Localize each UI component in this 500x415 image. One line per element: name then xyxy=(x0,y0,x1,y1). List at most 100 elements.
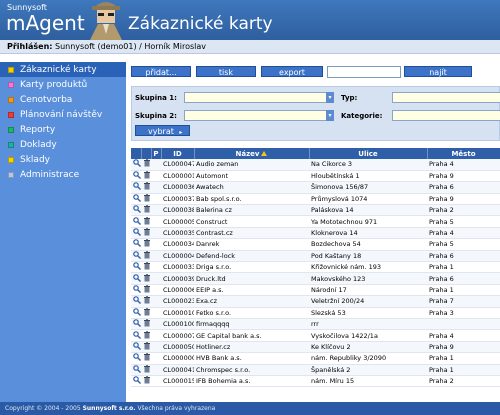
table-row[interactable]: CL000050 Hotliner.cz Ke Klíčovu 2 Praha 9 xyxy=(131,341,500,354)
table-row[interactable]: CL000041 Chromspec s.r.o. Španělská 2 Praha… xyxy=(131,364,500,376)
export-button[interactable]: export xyxy=(261,66,323,77)
table-row[interactable]: CL000004 Defend-lock Pod Kaštany 18 Praha 6 xyxy=(131,250,500,263)
sidebar-item-warehouses[interactable]: Sklady xyxy=(0,152,126,167)
magnifier-icon[interactable] xyxy=(133,285,141,293)
chevron-down-icon[interactable]: ▾ xyxy=(326,92,334,103)
category-select[interactable] xyxy=(392,110,500,121)
print-button[interactable]: tisk xyxy=(196,66,256,77)
magnifier-icon[interactable] xyxy=(133,319,141,328)
table-row[interactable]: CL000006 EEIP a.s. Národní 17 Praha 1 xyxy=(131,284,500,297)
table-row[interactable]: CL000037 Bab spol.s.r.o. Průmyslová 1074 Pr… xyxy=(131,193,500,206)
trash-icon[interactable] xyxy=(143,273,151,282)
cell-name[interactable]: HVB Bank a.s. xyxy=(194,352,309,365)
cell-name[interactable]: Contrast.cz xyxy=(194,227,309,240)
magnifier-icon[interactable] xyxy=(133,159,141,168)
table-row[interactable]: CL000038 Balerina cz Paláskova 14 Praha 2 xyxy=(131,204,500,217)
trash-icon[interactable] xyxy=(143,171,151,179)
trash-icon[interactable] xyxy=(143,262,151,270)
trash-icon[interactable] xyxy=(143,182,151,190)
sidebar-item-reports[interactable]: Reporty xyxy=(0,122,126,137)
magnifier-icon[interactable] xyxy=(133,330,141,339)
magnifier-icon[interactable] xyxy=(133,171,141,180)
cell-name[interactable]: Druck.ltd xyxy=(194,272,309,285)
trash-icon[interactable] xyxy=(143,285,151,293)
magnifier-icon[interactable] xyxy=(133,239,141,248)
cell-name[interactable]: IFB Bohemia a.s. xyxy=(194,375,309,388)
trash-icon[interactable] xyxy=(143,251,151,259)
table-row[interactable]: CL000005 Construct Ya Mototechnou 971 Praha… xyxy=(131,215,500,228)
trash-icon[interactable] xyxy=(143,308,151,316)
magnifier-icon[interactable] xyxy=(133,194,141,202)
table-row[interactable]: CL000047 Audio zeman Na Cikorce 3 Praha 4 xyxy=(131,159,500,171)
trash-icon[interactable] xyxy=(143,296,151,304)
table-row[interactable]: CL000007 GE Capital bank a.s. Vyskočilova … xyxy=(131,329,500,342)
cell-name[interactable]: Automont xyxy=(194,170,309,183)
magnifier-icon[interactable] xyxy=(133,296,141,305)
table-row[interactable]: CL000034 Danrek Bozdechova 54 Praha 5 xyxy=(131,238,500,251)
magnifier-icon[interactable] xyxy=(133,364,141,373)
magnifier-icon[interactable] xyxy=(133,307,141,316)
col-name-header[interactable]: Název xyxy=(194,148,310,159)
search-input[interactable] xyxy=(327,66,401,78)
sidebar-item-customer-cards[interactable]: Zákaznické karty xyxy=(0,62,126,77)
trash-icon[interactable] xyxy=(143,159,151,167)
sidebar-item-documents[interactable]: Doklady xyxy=(0,137,126,152)
trash-icon[interactable] xyxy=(143,228,151,236)
group2-select[interactable] xyxy=(184,110,334,121)
cell-name[interactable]: Awatech xyxy=(194,181,309,194)
cell-name[interactable]: Exa.cz xyxy=(194,295,309,308)
sidebar-item-pricing[interactable]: Cenotvorba xyxy=(0,92,126,107)
select-button[interactable]: vybrat ▸ xyxy=(135,125,190,136)
group1-select[interactable] xyxy=(184,92,334,103)
magnifier-icon[interactable] xyxy=(133,251,141,259)
magnifier-icon[interactable] xyxy=(133,205,141,214)
sidebar-item-product-cards[interactable]: Karty produktů xyxy=(0,77,126,92)
cell-name[interactable]: Hotliner.cz xyxy=(194,341,309,354)
trash-icon[interactable] xyxy=(143,194,151,202)
trash-icon[interactable] xyxy=(143,216,151,225)
cell-name[interactable]: Driga s.r.o. xyxy=(194,261,309,274)
cell-name[interactable]: Balerina cz xyxy=(194,204,309,217)
cell-name[interactable]: EEIP a.s. xyxy=(194,284,309,297)
table-row[interactable]: CL000015 IFB Bohemia a.s. nám. Míru 15 Prah… xyxy=(131,375,500,388)
table-row[interactable]: CL000035 Contrast.cz Kloknerova 14 Praha 4 xyxy=(131,227,500,240)
cell-name[interactable]: firmaqqqq xyxy=(194,318,309,331)
trash-icon[interactable] xyxy=(143,330,151,339)
trash-icon[interactable] xyxy=(143,376,151,384)
trash-icon[interactable] xyxy=(143,205,151,213)
cell-name[interactable]: Bab spol.s.r.o. xyxy=(194,193,309,206)
table-row[interactable]: CL000010 Fetko s.r.o. Slezská 53 Praha 3 xyxy=(131,307,500,319)
cell-name[interactable]: GE Capital bank a.s. xyxy=(194,329,309,342)
trash-icon[interactable] xyxy=(143,239,151,247)
magnifier-icon[interactable] xyxy=(133,353,141,362)
col-id-header[interactable]: ID xyxy=(161,148,195,159)
magnifier-icon[interactable] xyxy=(133,228,141,237)
magnifier-icon[interactable] xyxy=(133,182,141,191)
table-row[interactable]: CL000000 HVB Bank a.s. nám. Republiky 3/20… xyxy=(131,352,500,365)
cell-name[interactable]: Defend-lock xyxy=(194,250,309,263)
table-row[interactable]: CL0001001firmaqqqqrrr xyxy=(131,318,500,331)
magnifier-icon[interactable] xyxy=(133,376,141,385)
magnifier-icon[interactable] xyxy=(133,342,141,350)
trash-icon[interactable] xyxy=(143,319,151,327)
cell-name[interactable]: Construct xyxy=(194,215,309,228)
cell-name[interactable]: Fetko s.r.o. xyxy=(194,307,309,319)
magnifier-icon[interactable] xyxy=(133,262,141,271)
cell-name[interactable]: Chromspec s.r.o. xyxy=(194,364,309,376)
table-row[interactable]: CL000023 Exa.cz Veletržní 200/24 Praha 7 xyxy=(131,295,500,308)
col-street-header[interactable]: Ulice xyxy=(309,148,428,159)
table-row[interactable]: CL000001 Automont Hloubětínská 1 Praha 9 xyxy=(131,170,500,183)
cell-name[interactable]: Danrek xyxy=(194,238,309,251)
table-row[interactable]: CL000036 Awatech Šimonova 156/87 Praha 6 xyxy=(131,181,500,194)
col-city-header[interactable]: Město xyxy=(427,148,500,159)
find-button[interactable]: najít xyxy=(404,66,472,77)
magnifier-icon[interactable] xyxy=(133,273,141,282)
chevron-down-icon[interactable]: ▾ xyxy=(326,110,334,121)
magnifier-icon[interactable] xyxy=(133,216,141,225)
trash-icon[interactable] xyxy=(143,353,151,361)
sidebar-item-visit-planning[interactable]: Plánování návštěv xyxy=(0,107,126,122)
cell-name[interactable]: Audio zeman xyxy=(194,159,309,171)
table-row[interactable]: CL000039 Druck.ltd Makovského 123 Praha 6 xyxy=(131,272,500,285)
sidebar-item-administration[interactable]: Administrace xyxy=(0,167,126,182)
trash-icon[interactable] xyxy=(143,365,151,373)
